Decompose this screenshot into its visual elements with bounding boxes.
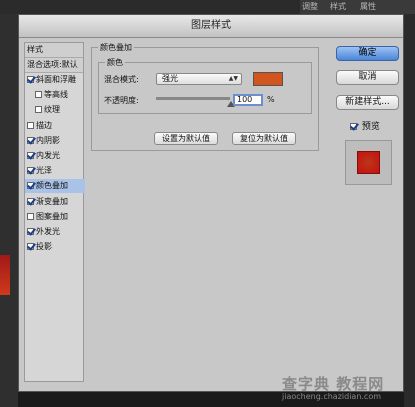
style-item[interactable]: 纹理 bbox=[25, 103, 93, 117]
style-item-label: 投影 bbox=[36, 242, 52, 252]
set-default-button[interactable]: 设置为默认值 bbox=[154, 132, 218, 145]
watermark-title: 查字典 教程网 bbox=[282, 375, 385, 393]
style-item-checkbox[interactable] bbox=[27, 167, 34, 175]
style-item[interactable]: 投影 bbox=[25, 240, 85, 254]
style-item-label: 内发光 bbox=[36, 151, 60, 160]
panel-tab-strip: 调整 样式 属性 bbox=[300, 0, 415, 14]
tab-adjustments[interactable]: 调整 bbox=[302, 1, 318, 12]
style-item[interactable]: 图案叠加 bbox=[25, 210, 85, 224]
style-item[interactable]: 光泽 bbox=[25, 164, 85, 178]
style-item[interactable]: 等高线 bbox=[25, 88, 93, 102]
style-item[interactable]: 颜色叠加 bbox=[25, 179, 85, 194]
style-item-label: 纹理 bbox=[44, 105, 60, 115]
styles-header[interactable]: 样式 bbox=[25, 43, 83, 58]
opacity-slider-fill bbox=[157, 98, 229, 99]
style-item-label: 斜面和浮雕 bbox=[36, 75, 76, 84]
style-item-checkbox[interactable] bbox=[27, 136, 34, 144]
style-item-checkbox[interactable] bbox=[35, 106, 42, 114]
color-subgroup-title: 颜色 bbox=[105, 57, 125, 68]
blend-options-label: 混合选项:默认 bbox=[27, 60, 78, 69]
style-item-label: 颜色叠加 bbox=[36, 181, 68, 191]
reset-default-button[interactable]: 复位为默认值 bbox=[232, 132, 296, 145]
style-item-label: 光泽 bbox=[36, 166, 52, 176]
style-item[interactable]: 外发光 bbox=[25, 225, 85, 239]
style-item-checkbox[interactable] bbox=[27, 212, 34, 220]
blend-options-item[interactable]: 混合选项:默认 bbox=[25, 58, 83, 73]
ok-button[interactable]: 确定 bbox=[336, 46, 399, 61]
style-item[interactable]: 斜面和浮雕 bbox=[25, 73, 85, 87]
blend-mode-select[interactable]: 强光 ▲▼ bbox=[156, 73, 242, 85]
style-item-checkbox[interactable] bbox=[27, 121, 34, 129]
color-overlay-group: 颜色叠加 颜色 混合模式: 强光 ▲▼ 不透明度: 100 % 设置为默认值 复… bbox=[91, 42, 319, 151]
style-item[interactable]: 描边 bbox=[25, 119, 85, 133]
style-item[interactable]: 内发光 bbox=[25, 149, 85, 163]
preview-label: 预览 bbox=[361, 122, 380, 132]
preview-checkbox[interactable] bbox=[350, 123, 357, 130]
style-item-checkbox[interactable] bbox=[27, 152, 34, 159]
preview-thumbnail bbox=[345, 140, 392, 185]
blend-mode-value: 强光 bbox=[162, 74, 178, 83]
style-item-checkbox[interactable] bbox=[27, 228, 34, 235]
panel-area-right bbox=[404, 14, 415, 407]
style-item-label: 外发光 bbox=[36, 227, 60, 236]
color-overlay-title: 颜色叠加 bbox=[98, 42, 134, 53]
styles-header-label: 样式 bbox=[27, 45, 43, 54]
style-item[interactable]: 渐变叠加 bbox=[25, 195, 85, 209]
tab-properties[interactable]: 属性 bbox=[360, 1, 376, 12]
opacity-input[interactable]: 100 bbox=[233, 94, 263, 106]
style-item-label: 图案叠加 bbox=[36, 211, 68, 221]
cancel-button[interactable]: 取消 bbox=[336, 70, 399, 85]
color-subgroup: 颜色 混合模式: 强光 ▲▼ 不透明度: 100 % bbox=[98, 57, 312, 114]
style-item-label: 描边 bbox=[36, 120, 52, 130]
canvas-artwork-fragment bbox=[0, 255, 10, 295]
style-item-checkbox[interactable] bbox=[27, 243, 34, 251]
styles-list: 样式 混合选项:默认 斜面和浮雕等高线纹理描边内阴影内发光光泽颜色叠加渐变叠加图… bbox=[24, 42, 85, 382]
style-item-checkbox[interactable] bbox=[27, 197, 34, 205]
style-item-checkbox[interactable] bbox=[27, 182, 34, 190]
style-item-label: 等高线 bbox=[44, 90, 68, 100]
style-item-label: 内阴影 bbox=[36, 135, 60, 145]
style-item-checkbox[interactable] bbox=[35, 91, 42, 99]
canvas-area-left bbox=[0, 14, 18, 407]
style-item-checkbox[interactable] bbox=[27, 76, 34, 83]
blend-mode-label: 混合模式: bbox=[104, 75, 139, 84]
preview-swatch bbox=[357, 151, 380, 174]
style-item[interactable]: 内阴影 bbox=[25, 134, 85, 148]
dialog-title: 图层样式 bbox=[19, 15, 403, 38]
select-arrows-icon: ▲▼ bbox=[228, 75, 238, 82]
overlay-color-swatch[interactable] bbox=[253, 72, 283, 86]
watermark-url: jiaocheng.chazidian.com bbox=[282, 392, 382, 401]
tab-styles[interactable]: 样式 bbox=[330, 1, 346, 12]
layer-style-dialog: 图层样式 样式 混合选项:默认 斜面和浮雕 等高线 纹理 描边 内阴影 内发光 光泽 颜色叠加… bbox=[18, 14, 404, 392]
style-item-label: 渐变叠加 bbox=[36, 196, 68, 206]
opacity-label: 不透明度: bbox=[104, 96, 139, 105]
preview-toggle[interactable]: 预览 bbox=[350, 119, 380, 132]
opacity-slider[interactable] bbox=[156, 97, 230, 100]
opacity-unit: % bbox=[267, 95, 275, 104]
new-style-button[interactable]: 新建样式... bbox=[336, 95, 399, 110]
